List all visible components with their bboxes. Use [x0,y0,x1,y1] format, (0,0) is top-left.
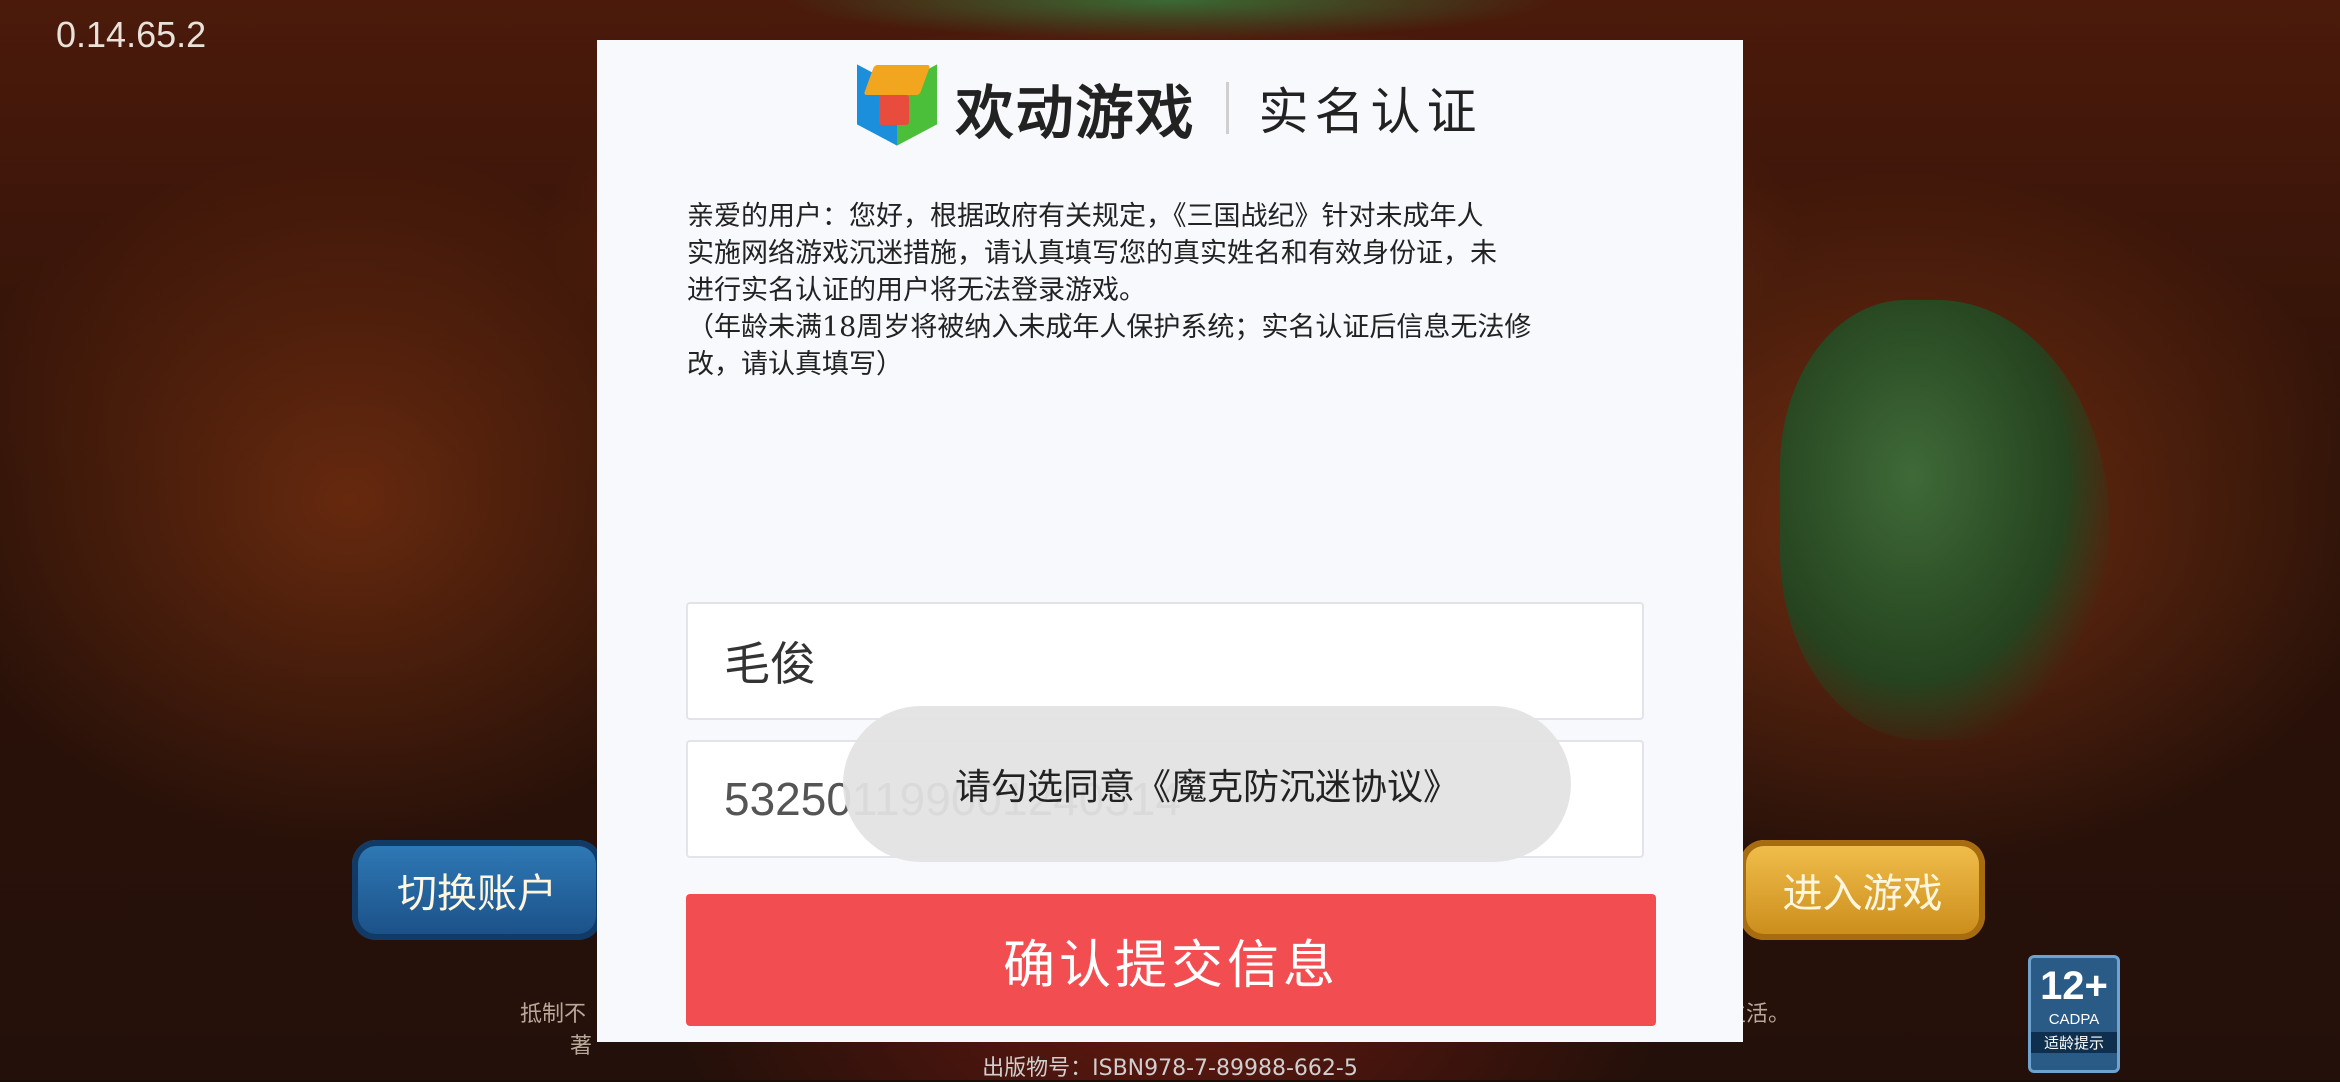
notice-text: 亲爱的用户：您好，根据政府有关规定，《三国战纪》针对未成年人 实施网络游戏沉迷措… [687,201,1532,380]
character-art-top [780,0,1560,40]
enter-game-button[interactable]: 进入游戏 [1740,840,1985,940]
footer-line1-left: 抵制不 [520,1002,587,1027]
age-rating-label: 12+ [2040,964,2108,1008]
header-divider [1225,82,1229,134]
age-rating-badge: 12+ CADPA 适龄提示 [2028,955,2120,1073]
switch-account-button[interactable]: 切换账户 [352,840,602,940]
dialog-header: 欢动游戏 实名认证 [597,58,1743,158]
toast-message: 请勾选同意《魔克防沉迷协议》 [843,706,1571,862]
brand-name: 欢动游戏 [955,79,1196,147]
name-input[interactable] [722,633,1642,689]
dialog-title: 实名认证 [1258,83,1483,141]
age-rating-org: CADPA [2048,1011,2100,1028]
age-rating-tip: 适龄提示 [2031,1032,2117,1053]
brand-logo-icon [857,64,938,151]
name-field[interactable] [686,602,1644,720]
version-label: 0.14.65.2 [56,14,207,55]
real-name-auth-dialog: 欢动游戏 实名认证 亲爱的用户：您好，根据政府有关规定，《三国战纪》针对未成年人… [597,40,1743,1042]
submit-button[interactable]: 确认提交信息 [686,894,1656,1026]
footer-isbn: 出版物号：ISBN978-7-89988-662-5 [982,1056,1358,1081]
